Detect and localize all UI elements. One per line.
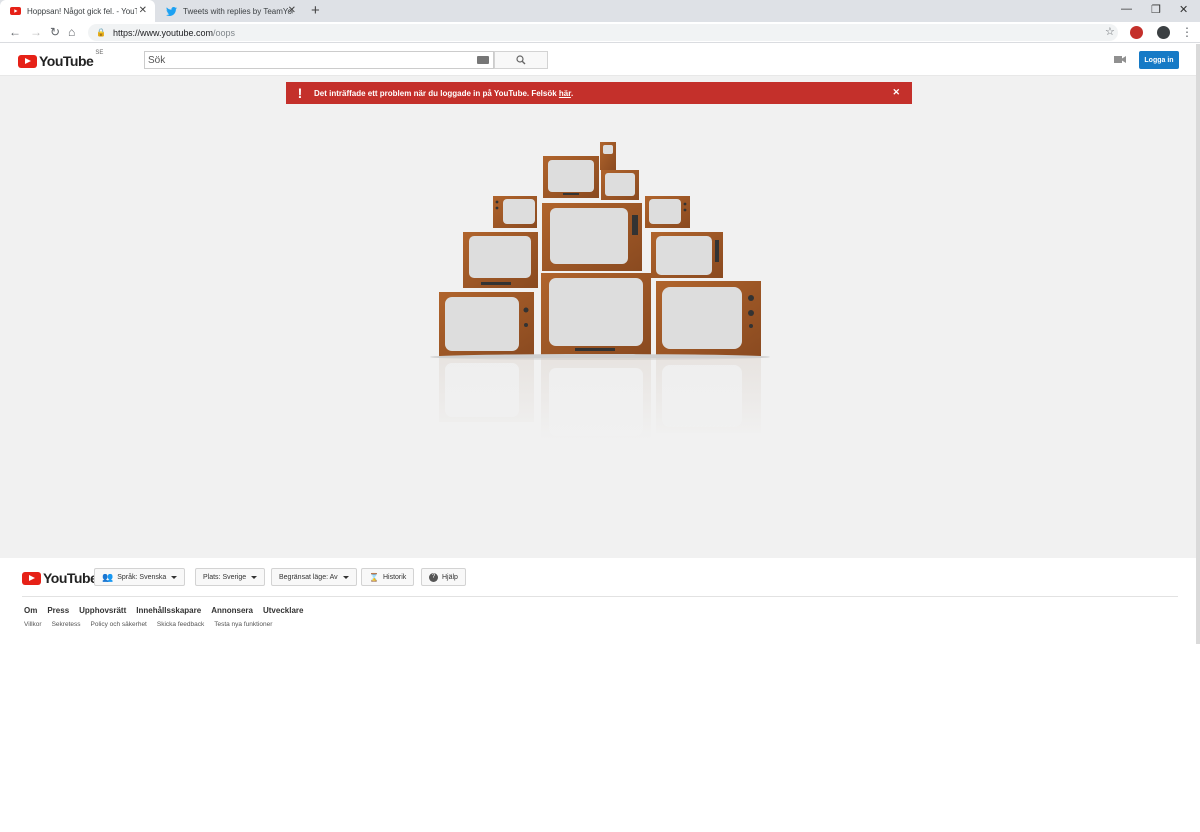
play-icon (22, 571, 41, 585)
caret-down-icon (342, 575, 349, 579)
footer-link-policy[interactable]: Policy och säkerhet (91, 621, 147, 628)
tab-title: Hoppsan! Något gick fel. - YouTube (27, 6, 137, 16)
location-button[interactable]: Plats: Sverige (195, 568, 266, 586)
footer-link-developers[interactable]: Utvecklare (263, 606, 303, 615)
url-host: https://www.youtube.com (112, 27, 214, 38)
footer-link-privacy[interactable]: Sekretess (52, 621, 81, 628)
logo-text: YouTube (39, 53, 94, 69)
keyboard-icon[interactable] (477, 56, 489, 64)
youtube-logo[interactable]: YouTube SE (18, 50, 104, 69)
menu-icon[interactable]: ⋮ (1181, 25, 1193, 39)
close-window-icon[interactable]: ✕ (1179, 3, 1188, 16)
restricted-mode-button[interactable]: Begränsat läge: Av (271, 568, 357, 586)
lock-icon: 🔒 (96, 28, 106, 37)
search-placeholder: Sök (148, 54, 166, 66)
caret-down-icon (251, 575, 258, 579)
avatar[interactable] (1157, 26, 1170, 39)
restricted-label: Begränsat läge: Av (279, 573, 338, 581)
caret-down-icon (171, 575, 178, 579)
search-icon (516, 55, 526, 65)
exclamation-icon: ! (297, 85, 303, 101)
close-icon[interactable]: ✕ (288, 5, 296, 16)
language-label: Språk: Svenska (117, 573, 167, 581)
url-field[interactable]: 🔒 https://www.youtube.com/oops (88, 24, 1118, 41)
users-icon: 👥 (102, 571, 114, 582)
history-label: Historik (382, 573, 407, 581)
close-icon[interactable]: ✕ (892, 87, 900, 98)
twitter-favicon (166, 6, 177, 17)
forward-icon[interactable]: → (30, 25, 42, 39)
footer-secondary-links: Villkor Sekretess Policy och säkerhet Sk… (24, 621, 272, 628)
youtube-header: YouTube SE Sök Logga in (0, 44, 1200, 76)
search-input[interactable]: Sök (144, 51, 494, 69)
home-icon[interactable]: ⌂ (68, 25, 75, 39)
search-button[interactable] (494, 51, 548, 69)
error-alert: ! Det inträffade ett problem när du logg… (286, 82, 912, 104)
footer-link-terms[interactable]: Villkor (24, 621, 42, 628)
logo-text: YouTube (43, 570, 98, 586)
help-label: Hjälp (442, 573, 458, 581)
tv-group (439, 142, 761, 356)
url-path: /oops (213, 27, 236, 38)
history-button[interactable]: ⌛ Historik (361, 568, 415, 586)
footer: YouTube 👥 Språk: Svenska Plats: Sverige … (0, 558, 1200, 832)
main-content: ! Det inträffade ett problem när du logg… (0, 76, 1200, 558)
camera-icon[interactable] (1114, 55, 1126, 64)
close-icon[interactable]: ✕ (139, 5, 147, 16)
alert-link[interactable]: här (559, 89, 571, 98)
back-icon[interactable]: ← (9, 25, 21, 39)
language-button[interactable]: 👥 Språk: Svenska (94, 568, 186, 586)
scrollbar[interactable] (1196, 44, 1200, 644)
help-icon: ? (429, 572, 438, 582)
star-icon[interactable]: ☆ (1105, 25, 1115, 38)
tab-twitter[interactable]: Tweets with replies by TeamYouTube ✕ (156, 0, 304, 22)
footer-link-creators[interactable]: Innehållsskapare (136, 606, 201, 615)
login-button[interactable]: Logga in (1139, 51, 1179, 69)
footer-youtube-logo[interactable]: YouTube (22, 570, 98, 586)
footer-link-om[interactable]: Om (24, 606, 37, 615)
footer-link-copyright[interactable]: Upphovsrätt (79, 606, 126, 615)
extension-icon[interactable] (1130, 26, 1143, 39)
alert-end: . (570, 88, 574, 98)
hourglass-icon: ⌛ (369, 572, 379, 582)
alert-message: Det inträffade ett problem när du loggad… (314, 89, 573, 98)
reload-icon[interactable]: ↻ (50, 25, 60, 39)
footer-primary-links: Om Press Upphovsrätt Innehållsskapare An… (24, 606, 303, 615)
footer-link-press[interactable]: Press (47, 606, 69, 615)
new-tab-button[interactable]: + (311, 2, 320, 19)
restore-icon[interactable]: ❐ (1151, 3, 1161, 16)
footer-link-test-features[interactable]: Testa nya funktioner (214, 621, 272, 628)
tv-stack-illustration (425, 142, 775, 440)
footer-link-advertise[interactable]: Annonsera (211, 606, 253, 615)
location-label: Plats: Sverige (203, 573, 247, 581)
alert-text: Det inträffade ett problem när du loggad… (314, 88, 559, 98)
youtube-favicon (10, 6, 21, 17)
help-button[interactable]: ? Hjälp (421, 568, 466, 586)
tab-youtube[interactable]: Hoppsan! Något gick fel. - YouTube ✕ (0, 0, 155, 22)
footer-link-feedback[interactable]: Skicka feedback (157, 621, 204, 628)
browser-tabbar: Hoppsan! Något gick fel. - YouTube ✕ Twe… (0, 0, 1200, 22)
play-icon (18, 54, 37, 68)
tab-title: Tweets with replies by TeamYouTube (183, 6, 293, 16)
footer-divider (22, 596, 1178, 597)
country-code: SE (95, 50, 104, 56)
address-bar: ← → ↻ ⌂ 🔒 https://www.youtube.com/oops ☆… (0, 22, 1200, 43)
minimize-icon[interactable]: — (1121, 3, 1132, 15)
